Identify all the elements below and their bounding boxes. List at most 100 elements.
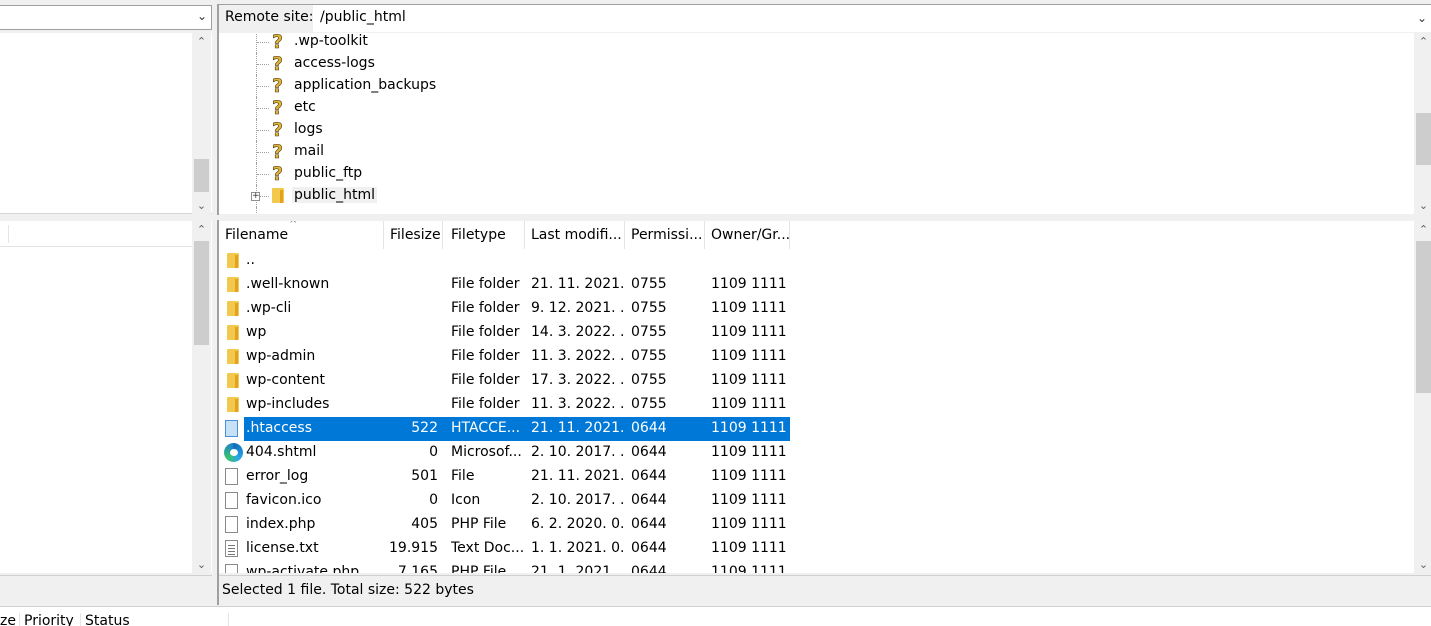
- table-row[interactable]: .well-known File folder 21. 11. 2021... 075…: [222, 273, 790, 297]
- table-row[interactable]: 404.shtml 0 Microsof... 2. 10. 2017. ... 064…: [222, 441, 790, 465]
- tree-item[interactable]: ? logs: [219, 119, 1409, 141]
- scroll-up-icon[interactable]: ⌃: [1414, 221, 1431, 238]
- column-filesize[interactable]: Filesize: [384, 221, 443, 249]
- remote-file-list[interactable]: Filename ^ Filesize Filetype Last modifi…: [219, 221, 1431, 573]
- tree-line: [256, 33, 257, 53]
- cell-permissions: 0644: [631, 564, 667, 573]
- column-filename-label: Filename: [225, 227, 289, 243]
- scroll-thumb[interactable]: [1416, 113, 1431, 165]
- scroll-thumb[interactable]: [194, 241, 209, 345]
- table-row[interactable]: wp-content File folder 17. 3. 2022. ... 075…: [222, 369, 790, 393]
- tree-item[interactable]: + public_html: [219, 185, 1409, 207]
- tree-item[interactable]: ? etc: [219, 97, 1409, 119]
- cell-modified: 6. 2. 2020. 0...: [531, 516, 623, 532]
- column-filetype[interactable]: Filetype: [445, 221, 525, 249]
- table-row[interactable]: error_log 501 File 21. 11. 2021... 0644 1109 …: [222, 465, 790, 489]
- queue-size-label: ze: [0, 613, 16, 626]
- table-row[interactable]: wp-activate.php 7.165 PHP File 21. 1. 2021.…: [222, 561, 790, 573]
- remote-status-bar: Selected 1 file. Total size: 522 bytes: [219, 575, 1431, 603]
- column-last-modified[interactable]: Last modifi...: [525, 221, 625, 249]
- queue-priority-label: Priority: [24, 613, 74, 626]
- queue-column-priority[interactable]: Priority: [20, 613, 81, 626]
- tree-item[interactable]: ? mail: [219, 141, 1409, 163]
- transfer-queue[interactable]: ze Priority Status: [0, 606, 1431, 626]
- cell-modified: 14. 3. 2022. ...: [531, 324, 623, 340]
- scroll-up-icon[interactable]: ⌃: [1414, 33, 1431, 50]
- local-list-scrollbar[interactable]: ⌃ ⌄: [192, 221, 211, 573]
- table-row[interactable]: wp-admin File folder 11. 3. 2022. ... 0755 1…: [222, 345, 790, 369]
- folder-icon: [227, 349, 239, 364]
- queue-column-size[interactable]: ze: [0, 613, 20, 626]
- scroll-down-icon[interactable]: ⌄: [192, 556, 211, 573]
- remote-path-input[interactable]: /public_html ⌄: [313, 5, 1431, 32]
- scroll-down-icon[interactable]: ⌄: [1414, 556, 1431, 573]
- scroll-up-icon[interactable]: ⌃: [192, 221, 211, 238]
- column-owner-group[interactable]: Owner/Gr...: [705, 221, 790, 249]
- tree-item[interactable]: ? access-logs: [219, 53, 1409, 75]
- scroll-down-icon[interactable]: ⌄: [1414, 197, 1431, 214]
- chevron-down-icon[interactable]: ⌄: [1417, 11, 1427, 25]
- column-filename[interactable]: Filename ^: [219, 221, 384, 249]
- table-row[interactable]: wp-includes File folder 11. 3. 2022. ... 07…: [222, 393, 790, 417]
- local-tree[interactable]: ⌃ ⌄: [0, 33, 212, 214]
- tree-item[interactable]: ? application_backups: [219, 75, 1409, 97]
- table-row[interactable]: .wp-cli File folder 9. 12. 2021. ... 0755 11…: [222, 297, 790, 321]
- cell-filetype: File: [451, 468, 475, 484]
- tree-item-label: public_html: [292, 187, 378, 203]
- file-icon: [225, 564, 238, 573]
- text-file-icon: [225, 540, 238, 557]
- question-icon: ?: [272, 141, 284, 163]
- queue-status-label: Status: [85, 613, 130, 626]
- cell-modified: 9. 12. 2021. ...: [531, 300, 623, 316]
- table-row[interactable]: favicon.ico 0 Icon 2. 10. 2017. ... 0644 1109…: [222, 489, 790, 513]
- tree-item[interactable]: ? public_ftp: [219, 163, 1409, 185]
- cell-filename: ..: [246, 252, 255, 268]
- table-row[interactable]: index.php 405 PHP File 6. 2. 2020. 0... 0644…: [222, 513, 790, 537]
- file-icon: [225, 516, 238, 533]
- folder-icon: [227, 301, 239, 316]
- scroll-thumb[interactable]: [194, 159, 209, 192]
- cell-filesize: 7.165: [397, 564, 438, 573]
- cell-filesize: 0: [429, 444, 438, 460]
- cell-filename: wp-activate.php: [246, 564, 360, 573]
- remote-tree-scrollbar[interactable]: ⌃ ⌄: [1414, 33, 1431, 214]
- cell-owner: 1109 1111: [711, 348, 787, 364]
- cell-filetype: File folder: [451, 372, 520, 388]
- cell-permissions: 0755: [631, 300, 667, 316]
- remote-list-scrollbar[interactable]: ⌃ ⌄: [1414, 221, 1431, 573]
- cell-owner: 1109 1111: [711, 324, 787, 340]
- expand-icon[interactable]: +: [251, 192, 260, 201]
- cell-permissions: 0644: [631, 540, 667, 556]
- cell-filesize: 19.915: [389, 540, 438, 556]
- question-icon: ?: [272, 53, 284, 75]
- cell-modified: 21. 11. 2021...: [531, 420, 623, 436]
- tree-line: [257, 64, 269, 65]
- local-file-list[interactable]: ⌃ ⌄: [0, 221, 212, 573]
- cell-filetype: File folder: [451, 324, 520, 340]
- tree-list-splitter[interactable]: [0, 215, 1431, 220]
- cell-filetype: File folder: [451, 348, 520, 364]
- table-row[interactable]: ..: [222, 249, 790, 273]
- queue-column-status[interactable]: Status: [81, 613, 229, 626]
- table-row[interactable]: .htaccess 522 HTACCE... 21. 11. 2021... 0644…: [244, 417, 790, 441]
- cell-filename: wp-content: [246, 372, 325, 388]
- local-path-combo[interactable]: ⌄: [0, 5, 212, 30]
- local-tree-scrollbar[interactable]: ⌃ ⌄: [192, 33, 211, 214]
- column-filesize-label: Filesize: [390, 227, 441, 243]
- column-permissions[interactable]: Permissi...: [625, 221, 705, 249]
- cell-owner: 1109 1111: [711, 396, 787, 412]
- column-filetype-label: Filetype: [451, 227, 506, 243]
- scroll-up-icon[interactable]: ⌃: [192, 33, 211, 50]
- edge-icon: [224, 443, 243, 462]
- scroll-down-icon[interactable]: ⌄: [192, 197, 211, 214]
- scroll-thumb[interactable]: [1416, 241, 1431, 393]
- cell-permissions: 0755: [631, 372, 667, 388]
- table-row[interactable]: wp File folder 14. 3. 2022. ... 0755 1109 11…: [222, 321, 790, 345]
- cell-permissions: 0644: [631, 492, 667, 508]
- table-row[interactable]: license.txt 19.915 Text Doc... 1. 1. 2021. …: [222, 537, 790, 561]
- tree-item[interactable]: ? .wp-toolkit: [219, 33, 1409, 53]
- remote-tree[interactable]: ? .wp-toolkit? access-logs? application_bac…: [219, 33, 1431, 214]
- chevron-down-icon[interactable]: ⌄: [197, 9, 207, 23]
- question-icon: ?: [272, 75, 284, 97]
- cell-owner: 1109 1111: [711, 492, 787, 508]
